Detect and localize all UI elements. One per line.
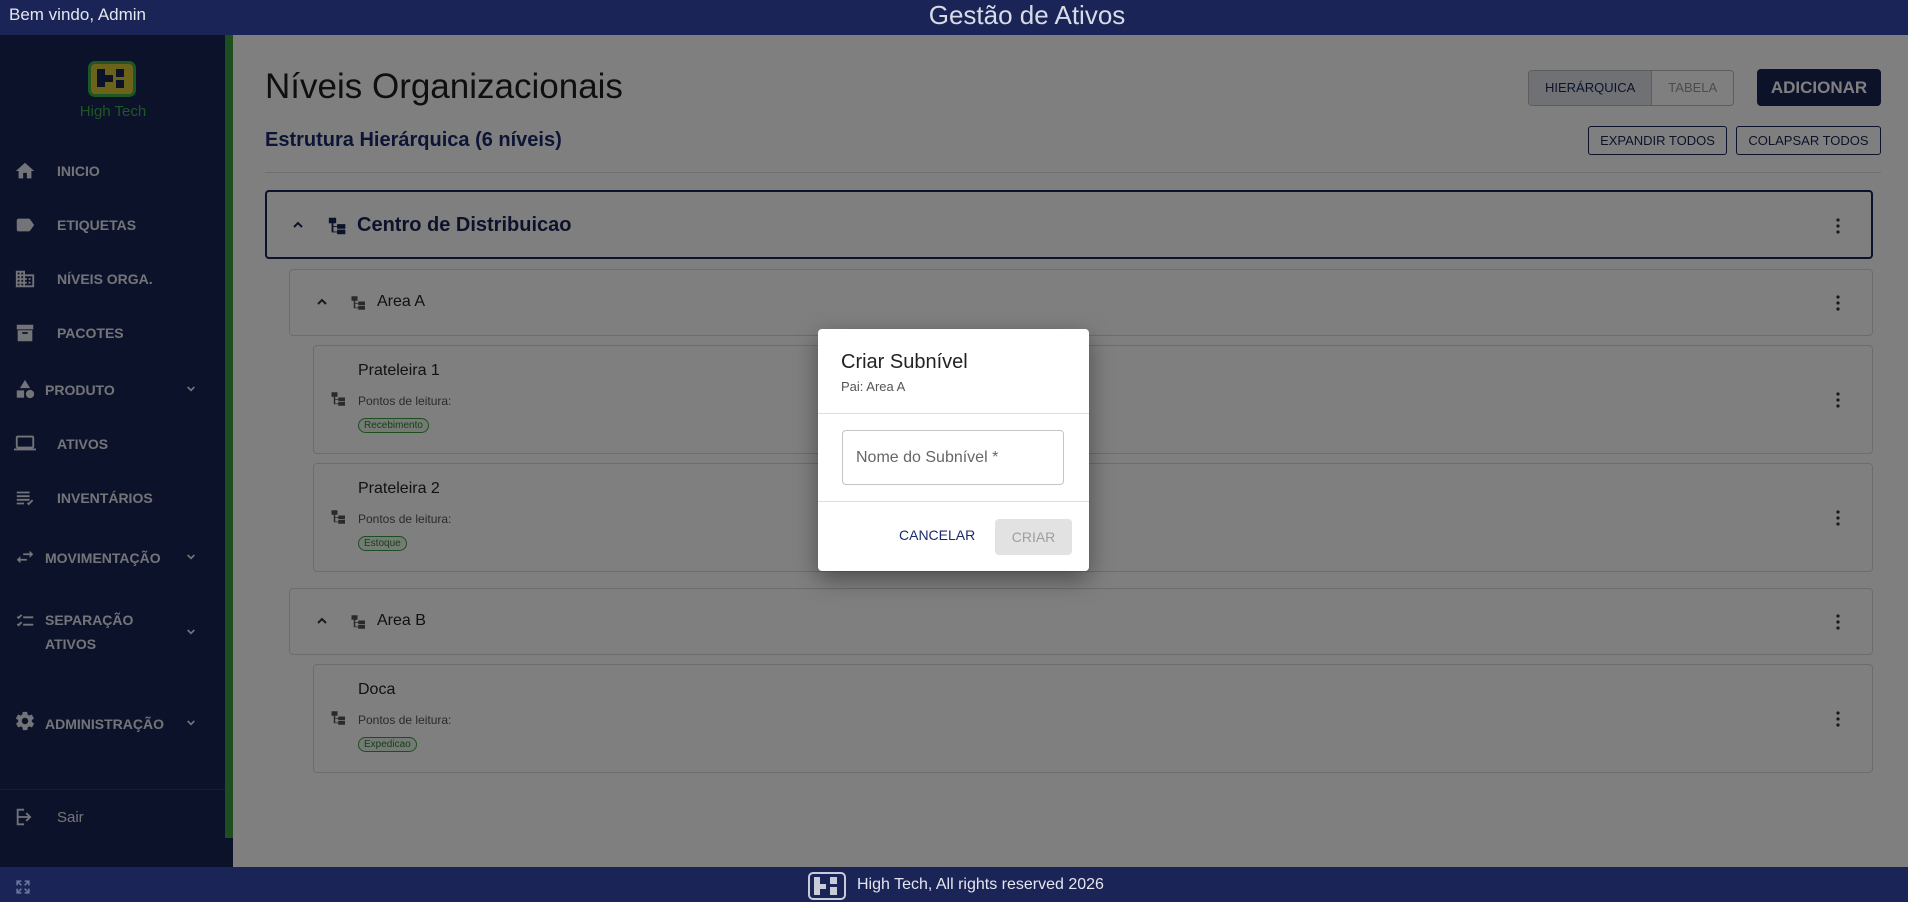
dialog-divider <box>818 501 1089 502</box>
cancel-button[interactable]: CANCELAR <box>899 527 975 543</box>
footer-logo-icon <box>808 872 846 900</box>
dialog-title: Criar Subnível <box>841 351 968 373</box>
fullscreen-icon[interactable] <box>13 877 33 897</box>
create-subnivel-dialog: Criar Subnível Pai: Area A CANCELAR CRIA… <box>818 329 1089 571</box>
footer: High Tech, All rights reserved 2026 <box>0 867 1908 902</box>
app-title: Gestão de Ativos <box>928 0 1126 30</box>
top-bar: Bem vindo, Admin Gestão de Ativos <box>0 0 1908 35</box>
footer-text: High Tech, All rights reserved 2026 <box>857 876 1104 893</box>
subnivel-name-input[interactable] <box>842 430 1064 485</box>
dialog-parent-label: Pai: Area A <box>841 379 906 394</box>
dialog-divider <box>818 413 1089 414</box>
create-button[interactable]: CRIAR <box>995 519 1072 555</box>
